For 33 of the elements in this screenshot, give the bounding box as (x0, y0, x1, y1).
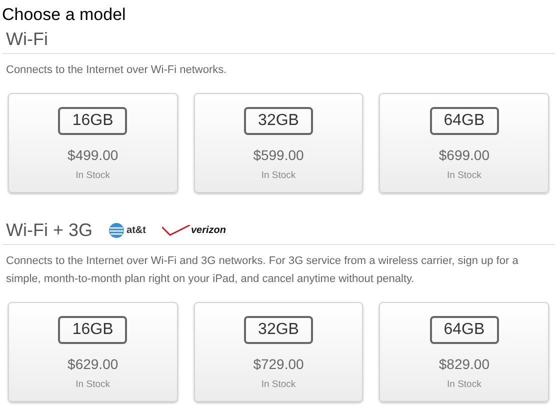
price-text: $599.00 (253, 147, 304, 163)
section-heading: Wi-Fi (6, 28, 48, 50)
price-text: $829.00 (438, 356, 490, 372)
capacity-label: 64GB (430, 316, 499, 344)
model-card[interactable]: 16GB $629.00 In Stock (8, 302, 178, 402)
stock-status: In Stock (261, 379, 296, 390)
price-text: $699.00 (438, 147, 490, 163)
model-card[interactable]: 32GB $729.00 In Stock (194, 302, 364, 402)
price-text: $629.00 (68, 356, 118, 372)
section-description: Connects to the Internet over Wi-Fi networks. (5, 63, 228, 78)
model-card[interactable]: 16GB $499.00 In Stock (8, 93, 178, 193)
capacity-label: 64GB (430, 107, 499, 135)
stock-status: In Stock (261, 170, 296, 181)
carrier-logo-text: verizon (190, 224, 226, 236)
price-text: $729.00 (253, 356, 304, 372)
globe-icon (108, 222, 124, 238)
capacity-label: 16GB (58, 107, 128, 135)
stock-status: In Stock (76, 379, 110, 390)
section-heading: Wi-Fi + 3G (6, 219, 93, 241)
stock-status: In Stock (447, 170, 482, 181)
carrier-logo-text: at&t (126, 224, 146, 236)
capacity-label: 16GB (58, 316, 128, 344)
model-card[interactable]: 32GB $599.00 In Stock (194, 93, 364, 193)
check-icon (162, 224, 190, 236)
model-card[interactable]: 64GB $829.00 In Stock (379, 302, 550, 402)
price-text: $499.00 (68, 147, 118, 163)
page-title: Choose a model (2, 4, 127, 26)
model-card[interactable]: 64GB $699.00 In Stock (379, 93, 550, 193)
capacity-label: 32GB (244, 316, 313, 344)
stock-status: In Stock (76, 170, 110, 181)
capacity-label: 32GB (244, 107, 313, 135)
stock-status: In Stock (447, 379, 482, 390)
section-description: Connects to the Internet over Wi-Fi and 3G networks. For 3G service from a wireless carrier, sign up for a simple, month-to-month plan right on your iPad, and cancel anytime without penalty. (5, 254, 520, 287)
